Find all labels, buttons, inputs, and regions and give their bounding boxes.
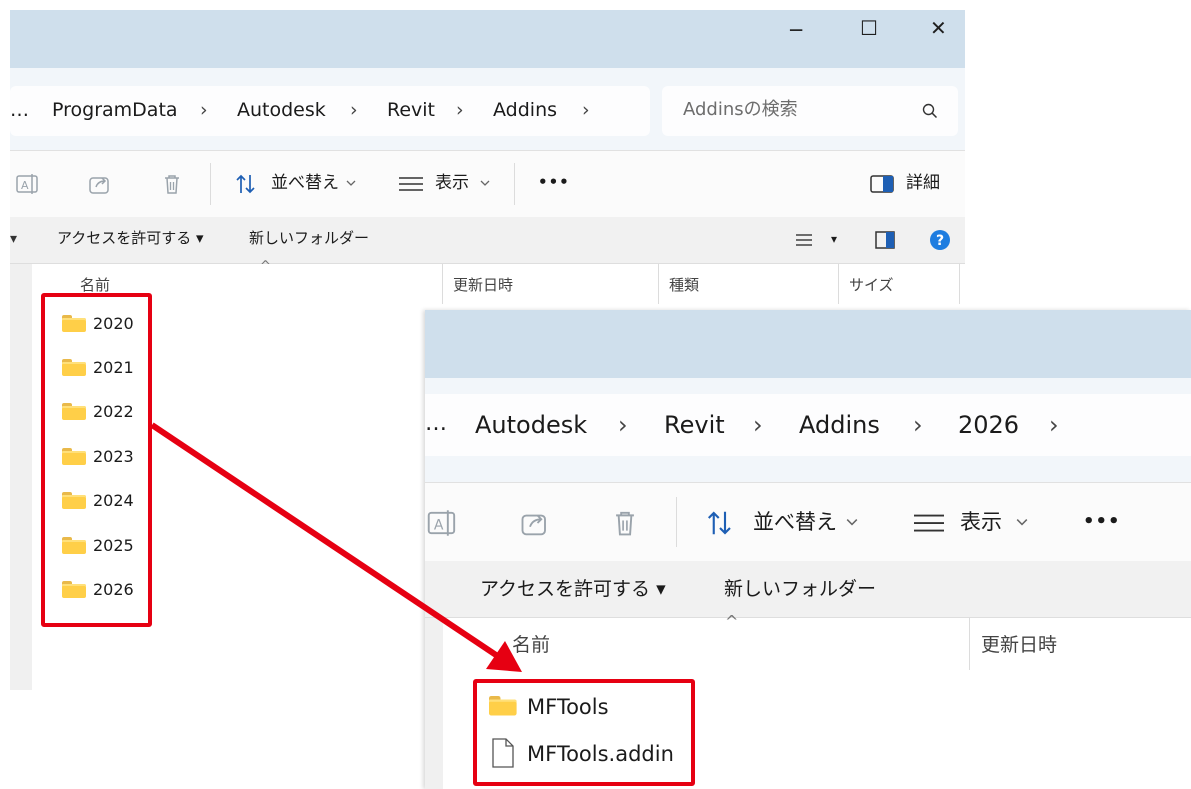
annotation-arrow bbox=[150, 422, 522, 672]
